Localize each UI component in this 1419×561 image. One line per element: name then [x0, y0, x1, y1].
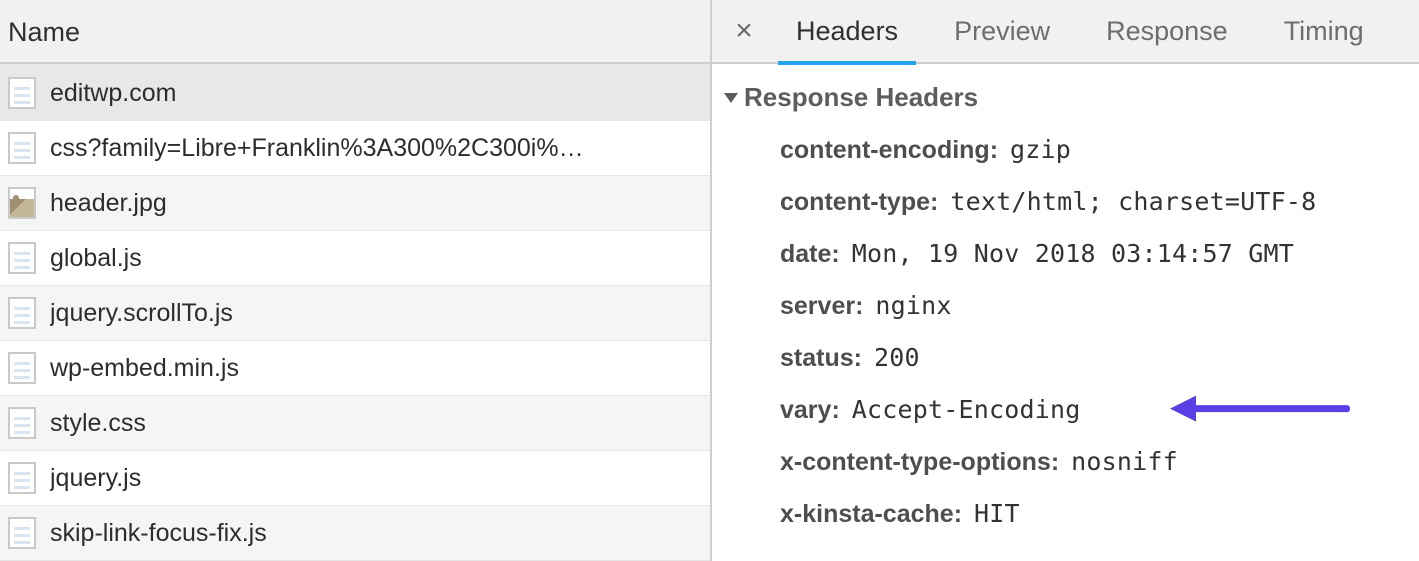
- document-icon: [8, 517, 36, 549]
- tab-response[interactable]: Response: [1078, 0, 1256, 63]
- request-name: css?family=Libre+Franklin%3A300%2C300i%…: [50, 134, 584, 163]
- header-value: text/html; charset=UTF-8: [950, 187, 1316, 216]
- request-name: editwp.com: [50, 79, 176, 108]
- document-icon: [8, 352, 36, 384]
- annotation-arrow-icon: [1170, 395, 1350, 423]
- request-row[interactable]: skip-link-focus-fix.js: [0, 506, 710, 561]
- header-row: content-type: text/html; charset=UTF-8: [780, 187, 1419, 217]
- request-row[interactable]: style.css: [0, 396, 710, 451]
- request-details-panel: × Headers Preview Response Timing Respon…: [712, 0, 1419, 561]
- header-name: date:: [780, 240, 840, 269]
- request-name: jquery.js: [50, 464, 141, 493]
- header-name: x-content-type-options:: [780, 448, 1059, 477]
- request-name: global.js: [50, 244, 142, 273]
- header-row-vary: vary: Accept-Encoding: [780, 395, 1419, 425]
- response-headers-list: content-encoding: gzip content-type: tex…: [726, 135, 1419, 529]
- close-icon[interactable]: ×: [720, 14, 768, 48]
- header-row: content-encoding: gzip: [780, 135, 1419, 165]
- request-list: editwp.com css?family=Libre+Franklin%3A3…: [0, 64, 710, 561]
- header-row: status: 200: [780, 343, 1419, 373]
- request-list-panel: Name editwp.com css?family=Libre+Frankli…: [0, 0, 712, 561]
- document-icon: [8, 462, 36, 494]
- header-name: x-kinsta-cache:: [780, 500, 962, 529]
- tab-preview[interactable]: Preview: [926, 0, 1078, 63]
- header-value: Mon, 19 Nov 2018 03:14:57 GMT: [852, 239, 1294, 268]
- header-value: nginx: [875, 291, 951, 320]
- document-icon: [8, 297, 36, 329]
- header-row: date: Mon, 19 Nov 2018 03:14:57 GMT: [780, 239, 1419, 269]
- request-row[interactable]: css?family=Libre+Franklin%3A300%2C300i%…: [0, 121, 710, 176]
- request-name: skip-link-focus-fix.js: [50, 519, 267, 548]
- document-icon: [8, 407, 36, 439]
- request-row[interactable]: jquery.scrollTo.js: [0, 286, 710, 341]
- request-row[interactable]: global.js: [0, 231, 710, 286]
- header-row: server: nginx: [780, 291, 1419, 321]
- tab-timing[interactable]: Timing: [1256, 0, 1392, 63]
- request-row[interactable]: wp-embed.min.js: [0, 341, 710, 396]
- header-name: content-type:: [780, 188, 938, 217]
- request-row[interactable]: editwp.com: [0, 66, 710, 121]
- header-name: content-encoding:: [780, 136, 998, 165]
- name-column-header[interactable]: Name: [0, 0, 710, 64]
- header-value: HIT: [974, 499, 1020, 528]
- header-row: x-content-type-options: nosniff: [780, 447, 1419, 477]
- devtools-network-panel: Name editwp.com css?family=Libre+Frankli…: [0, 0, 1419, 561]
- document-icon: [8, 77, 36, 109]
- disclosure-triangle-icon: [724, 93, 738, 103]
- response-headers-section[interactable]: Response Headers: [726, 82, 1419, 113]
- header-value: Accept-Encoding: [852, 395, 1081, 424]
- header-name: vary:: [780, 396, 840, 425]
- request-name: header.jpg: [50, 189, 167, 218]
- document-icon: [8, 132, 36, 164]
- request-name: style.css: [50, 409, 146, 438]
- section-title: Response Headers: [744, 82, 978, 113]
- header-value: gzip: [1010, 135, 1071, 164]
- request-name: jquery.scrollTo.js: [50, 299, 233, 328]
- document-icon: [8, 242, 36, 274]
- request-row[interactable]: jquery.js: [0, 451, 710, 506]
- header-value: nosniff: [1071, 447, 1178, 476]
- tab-headers[interactable]: Headers: [768, 0, 926, 63]
- header-row: x-kinsta-cache: HIT: [780, 499, 1419, 529]
- header-name: server:: [780, 292, 863, 321]
- details-tab-bar: × Headers Preview Response Timing: [712, 0, 1419, 64]
- request-name: wp-embed.min.js: [50, 354, 239, 383]
- header-value: 200: [874, 343, 920, 372]
- header-name: status:: [780, 344, 862, 373]
- request-row[interactable]: header.jpg: [0, 176, 710, 231]
- headers-tab-content: Response Headers content-encoding: gzip …: [712, 64, 1419, 561]
- image-icon: [8, 187, 36, 219]
